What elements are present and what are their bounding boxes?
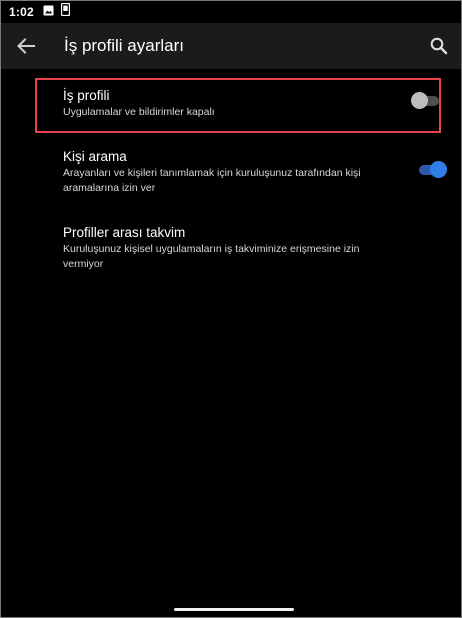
- navigation-handle[interactable]: [174, 608, 294, 611]
- setting-description: Arayanları ve kişileri tanımlamak için k…: [63, 167, 361, 194]
- setting-title: Profiller arası takvim: [63, 225, 186, 240]
- setting-row-contact-search[interactable]: Kişi arama Arayanları ve kişileri tanıml…: [1, 145, 461, 201]
- setting-description: Kuruluşunuz kişisel uygulamaların iş tak…: [63, 243, 360, 270]
- setting-title: İş profili: [63, 88, 110, 103]
- app-bar: İş profili ayarları: [1, 23, 461, 69]
- work-profile-toggle[interactable]: [411, 91, 441, 111]
- image-icon: [43, 3, 54, 21]
- toggle-thumb: [411, 92, 428, 109]
- setting-row-cross-profile-calendar[interactable]: Profiller arası takvim Kuruluşunuz kişis…: [1, 221, 461, 277]
- status-time: 1:02: [9, 5, 34, 19]
- page-title: İş profili ayarları: [64, 36, 184, 55]
- toggle-thumb: [430, 161, 447, 178]
- device-screen: 1:02 İş profili ayarları İş profili Uygu…: [0, 0, 462, 618]
- phone-device-icon: [60, 2, 70, 21]
- back-button[interactable]: [15, 35, 37, 57]
- arrow-left-icon: [17, 38, 35, 54]
- search-icon: [430, 37, 448, 55]
- setting-description: Uygulamalar ve bildirimler kapalı: [63, 106, 215, 118]
- status-bar: 1:02: [1, 1, 461, 23]
- setting-row-work-profile[interactable]: İş profili Uygulamalar ve bildirimler ka…: [1, 81, 461, 131]
- contact-search-toggle[interactable]: [417, 160, 447, 180]
- search-button[interactable]: [429, 36, 449, 56]
- setting-title: Kişi arama: [63, 149, 127, 164]
